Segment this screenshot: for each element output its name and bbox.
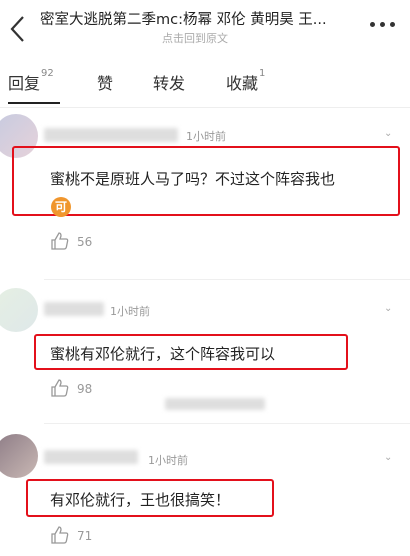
back-icon[interactable]: [8, 14, 30, 44]
like-count: 71: [77, 529, 93, 543]
blurred-content: [165, 398, 265, 410]
like-count: 98: [77, 382, 93, 396]
thumbs-up-icon[interactable]: [50, 231, 70, 251]
comment-time: 1小时前: [148, 454, 188, 467]
more-options-icon[interactable]: [368, 22, 398, 30]
comment-text: 蜜桃不是原班人马了吗？不过这个阵容我也: [50, 170, 336, 188]
chevron-down-icon[interactable]: ⌄: [384, 452, 392, 463]
thumbs-up-icon[interactable]: [50, 378, 70, 398]
comment-time: 1小时前: [110, 305, 150, 318]
tab-reposts[interactable]: 转发: [153, 70, 185, 94]
page-title: 密室大逃脱第二季mc:杨幂 邓伦 黄明昊 王...: [40, 12, 327, 28]
tab-replies-label: 回复: [8, 74, 41, 93]
active-tab-indicator: [8, 102, 60, 104]
tab-reposts-label: 转发: [153, 74, 186, 93]
comment-text: 有邓伦就行，王也很搞笑！: [50, 491, 231, 509]
username-blurred[interactable]: [44, 450, 138, 464]
comment-separator: [44, 279, 410, 280]
thumbs-up-icon[interactable]: [50, 525, 70, 545]
tab-replies-count: 92: [41, 68, 54, 79]
tab-favorites[interactable]: 收藏1: [226, 68, 266, 94]
tab-favorites-count: 1: [259, 68, 266, 79]
back-to-original-link[interactable]: 点击回到原文: [40, 30, 350, 46]
tab-replies[interactable]: 回复92: [8, 68, 54, 94]
comment-time: 1小时前: [186, 130, 226, 143]
tab-likes[interactable]: 赞: [97, 70, 113, 94]
like-count: 56: [77, 235, 93, 249]
comment-text: 蜜桃有邓伦就行，这个阵容我可以: [50, 345, 276, 363]
comment-text-continued: 可: [51, 197, 71, 217]
tab-favorites-label: 收藏: [226, 74, 259, 93]
username-blurred[interactable]: [44, 302, 104, 316]
avatar[interactable]: [0, 288, 38, 332]
tab-likes-label: 赞: [97, 74, 114, 93]
username-blurred[interactable]: [44, 128, 178, 142]
comment-separator: [44, 423, 410, 424]
chevron-down-icon[interactable]: ⌄: [384, 303, 392, 314]
avatar[interactable]: [0, 434, 38, 478]
tab-divider: [0, 107, 410, 108]
chevron-down-icon[interactable]: ⌄: [384, 128, 392, 139]
